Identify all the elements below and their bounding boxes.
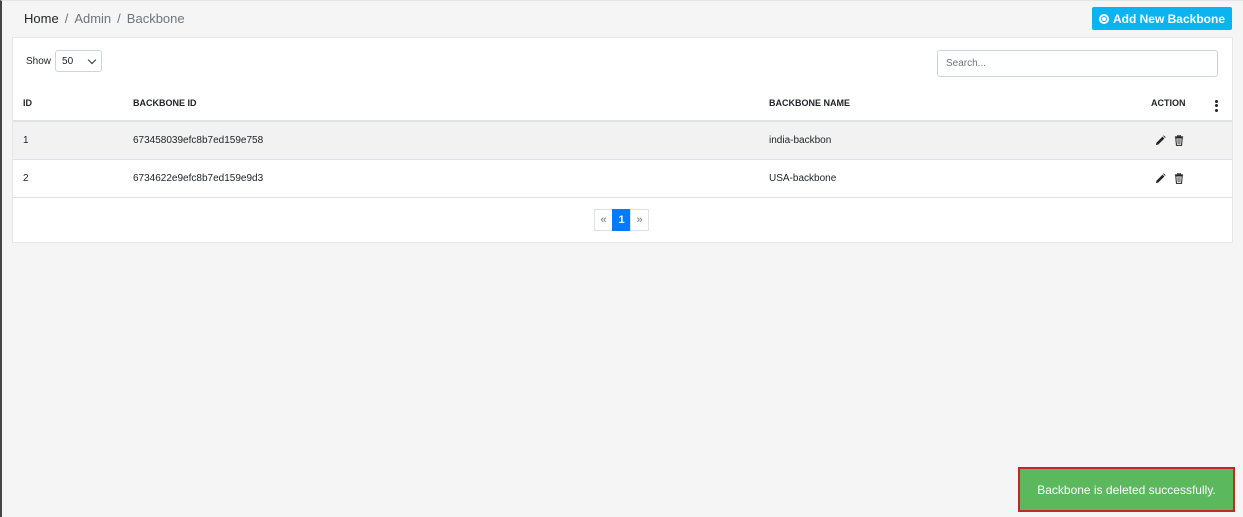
add-new-backbone-label: Add New Backbone [1112,11,1225,26]
column-header-action: ACTION [1141,86,1201,122]
cell-actions [1141,159,1201,198]
breadcrumb-separator: / [117,11,121,26]
chevron-down-icon [87,55,97,64]
add-new-backbone-button[interactable]: Add New Backbone [1091,7,1232,30]
cell-id: 2 [13,159,123,198]
breadcrumb-separator: / [64,11,69,26]
page-size-control: Show 50 [26,50,103,72]
top-bar: Home / Admin / Backbone Add New Backbone [2,1,1243,37]
backbone-table-card: Show 50 ID BACKBONE ID BACKBONE NAME ACT… [12,37,1233,243]
breadcrumb-admin[interactable]: Admin [74,11,111,26]
page-size-value: 50 [62,55,74,67]
pagination-page-button[interactable]: 1 [612,209,631,231]
backbone-table: ID BACKBONE ID BACKBONE NAME ACTION 1 67… [13,86,1232,198]
cell-actions [1141,121,1201,160]
globe-icon [1098,13,1109,24]
page-size-select[interactable]: 50 [55,50,103,72]
trash-icon[interactable] [1174,172,1184,184]
table-header-row: ID BACKBONE ID BACKBONE NAME ACTION [13,86,1232,122]
breadcrumb-home[interactable]: Home [24,11,59,26]
trash-icon[interactable] [1174,134,1184,146]
table-row: 1 673458039efc8b7ed159e758 india-backbon [13,121,1232,160]
success-toast[interactable]: Backbone is deleted successfully. [1018,467,1235,512]
more-vertical-icon [1215,99,1218,112]
breadcrumb-current: Backbone [126,11,185,26]
column-options-button[interactable] [1201,86,1232,122]
toast-message: Backbone is deleted successfully. [1037,482,1216,497]
edit-icon[interactable] [1155,135,1166,146]
column-header-backbone-name[interactable]: BACKBONE NAME [759,86,1141,122]
cell-backbone-name: USA-backbone [759,159,1141,198]
pagination-prev-button[interactable]: « [594,209,613,231]
column-header-id[interactable]: ID [13,86,123,122]
cell-id: 1 [13,121,123,160]
pagination: « 1 » [594,209,649,231]
show-label: Show [26,55,52,67]
table-row: 2 6734622e9efc8b7ed159e9d3 USA-backbone [13,159,1232,198]
cell-backbone-id: 6734622e9efc8b7ed159e9d3 [123,159,759,198]
pagination-next-button[interactable]: » [630,209,649,231]
search-input[interactable] [937,50,1218,77]
edit-icon[interactable] [1155,172,1166,184]
column-header-backbone-id[interactable]: BACKBONE ID [123,86,759,122]
cell-backbone-id: 673458039efc8b7ed159e758 [123,121,759,160]
breadcrumb: Home / Admin / Backbone [24,11,185,26]
cell-backbone-name: india-backbon [759,121,1141,160]
